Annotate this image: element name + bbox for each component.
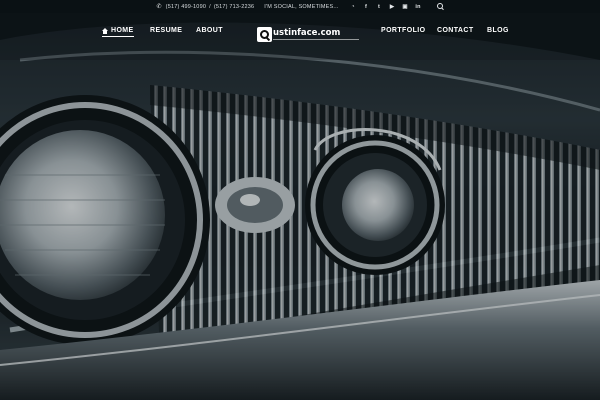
social-icons: ◔ f t ▶ ▣ in (347, 4, 425, 10)
site-logo[interactable]: ustinface.com (257, 26, 359, 42)
phone-number-2[interactable]: (517) 713-2236 (214, 4, 254, 10)
nav-resume[interactable]: RESUME (150, 27, 182, 34)
nav-contact[interactable]: CONTACT (437, 27, 474, 34)
logo-underline (273, 38, 359, 40)
logo-name: ustinface.com (273, 27, 341, 38)
facebook-icon[interactable]: f (360, 4, 373, 10)
phone-icon: ✆ (156, 4, 162, 10)
search-icon[interactable] (436, 3, 444, 10)
nav-blog[interactable]: BLOG (487, 27, 509, 34)
top-utility-bar: ✆ (517) 499-1090 / (517) 713-2236 I'M SO… (0, 0, 600, 13)
nav-about-label: ABOUT (196, 27, 223, 34)
nav-home[interactable]: HOME (102, 27, 134, 37)
logo-mark-icon (257, 26, 272, 42)
linkedin-icon[interactable]: in (412, 4, 425, 10)
social-tagline: I'M SOCIAL, SOMETIMES... (264, 3, 339, 10)
twitter-icon[interactable]: t (373, 4, 386, 10)
phone-number-1[interactable]: (517) 499-1090 (166, 4, 206, 10)
home-icon (102, 27, 108, 34)
phone-separator: / (209, 3, 211, 10)
car-grille-image (0, 0, 600, 400)
instagram-icon[interactable]: ▣ (399, 4, 412, 10)
rss-icon[interactable]: ◔ (347, 4, 360, 10)
nav-contact-label: CONTACT (437, 27, 474, 34)
youtube-icon[interactable]: ▶ (386, 4, 399, 10)
nav-portfolio-label: PORTFOLIO (381, 27, 426, 34)
hero-background (0, 0, 600, 400)
nav-about[interactable]: ABOUT (196, 27, 223, 34)
nav-resume-label: RESUME (150, 27, 183, 34)
nav-blog-label: BLOG (487, 27, 509, 34)
nav-portfolio[interactable]: PORTFOLIO (381, 27, 425, 34)
nav-home-label: HOME (111, 27, 134, 34)
